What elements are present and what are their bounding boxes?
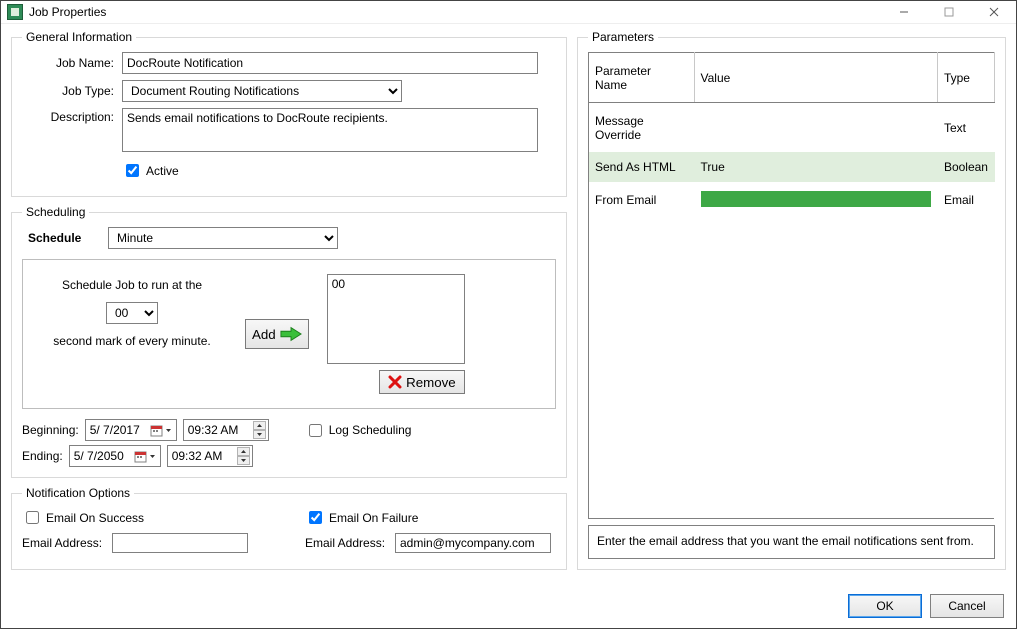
list-item[interactable]: 00 [332,277,460,291]
email-on-failure-label[interactable]: Email On Failure [305,508,418,527]
table-row[interactable]: Message Override Text [589,103,995,152]
cell: Boolean [937,152,994,182]
description-label: Description: [22,108,122,124]
failure-email-label: Email Address: [305,536,395,550]
notification-legend: Notification Options [22,486,134,500]
window-title: Job Properties [29,5,106,19]
job-type-select[interactable]: Document Routing Notifications [122,80,402,102]
parameters-group: Parameters Parameter Name Value Type Mes… [577,30,1006,570]
dialog-footer: OK Cancel [1,588,1016,628]
ending-time-value: 09:32 AM [172,449,223,463]
beginning-date-picker[interactable]: 5/ 7/2017 [85,419,177,441]
notification-options-group: Notification Options Email On Success Em… [11,486,567,570]
job-type-label: Job Type: [22,84,122,98]
parameters-table[interactable]: Parameter Name Value Type Message Overri… [588,52,995,519]
chevron-down-icon [165,427,172,434]
active-checkbox-label[interactable]: Active [122,161,179,180]
schedule-label: Schedule [22,231,108,245]
maximize-button[interactable] [926,1,971,23]
beginning-time-value: 09:32 AM [188,423,239,437]
minimize-button[interactable] [881,1,926,23]
ok-button[interactable]: OK [848,594,922,618]
log-scheduling-text: Log Scheduling [329,423,412,437]
cell[interactable] [694,103,937,152]
arrow-right-icon [280,326,302,342]
log-scheduling-checkbox[interactable] [309,424,322,437]
second-select[interactable]: 00 [106,302,158,324]
failure-email-input[interactable] [395,533,551,553]
job-name-input[interactable] [122,52,538,74]
ending-date-picker[interactable]: 5/ 7/2050 [69,445,161,467]
x-icon [388,375,402,389]
table-row[interactable]: Send As HTML True Boolean [589,152,995,182]
active-checkbox[interactable] [126,164,139,177]
success-email-input[interactable] [112,533,248,553]
titlebar: Job Properties [1,1,1016,24]
log-scheduling-label[interactable]: Log Scheduling [305,421,412,440]
success-email-label: Email Address: [22,536,112,550]
col-value[interactable]: Value [694,53,937,103]
email-on-success-text: Email On Success [46,511,144,525]
parameters-legend: Parameters [588,30,658,44]
window-controls [881,1,1016,23]
app-icon [7,4,23,20]
general-legend: General Information [22,30,136,44]
cell[interactable]: True [694,152,937,182]
email-on-failure-text: Email On Failure [329,511,418,525]
description-textarea[interactable]: Sends email notifications to DocRoute re… [122,108,538,152]
cell[interactable] [694,182,937,219]
scheduling-group: Scheduling Schedule Minute Schedule Job … [11,205,567,478]
beginning-date-value: 5/ 7/2017 [90,423,140,437]
schedule-run-text2: second mark of every minute. [37,334,227,348]
schedule-select[interactable]: Minute [108,227,338,249]
email-on-failure-checkbox[interactable] [309,511,322,524]
remove-label: Remove [406,375,456,390]
general-information-group: General Information Job Name: Job Type: … [11,30,567,197]
active-text: Active [146,164,179,178]
table-header-row: Parameter Name Value Type [589,53,995,103]
cell: Text [937,103,994,152]
cell: From Email [589,182,695,219]
email-on-success-checkbox[interactable] [26,511,39,524]
remove-button[interactable]: Remove [379,370,465,394]
schedule-details-box: Schedule Job to run at the 00 second mar… [22,259,556,409]
cell: Email [937,182,994,219]
close-button[interactable] [971,1,1016,23]
ending-date-value: 5/ 7/2050 [74,449,124,463]
schedule-listbox[interactable]: 00 [327,274,465,364]
ending-label: Ending: [22,449,63,463]
beginning-time-picker[interactable]: 09:32 AM [183,419,269,441]
ending-time-picker[interactable]: 09:32 AM [167,445,253,467]
spin-up-icon[interactable] [237,447,250,456]
beginning-label: Beginning: [22,423,79,437]
cancel-button[interactable]: Cancel [930,594,1004,618]
cell: Send As HTML [589,152,695,182]
chevron-down-icon [149,453,156,460]
job-properties-window: Job Properties General Information Job N… [0,0,1017,629]
col-type[interactable]: Type [937,53,994,103]
parameter-hint: Enter the email address that you want th… [588,525,995,559]
add-label: Add [252,327,276,342]
scheduling-legend: Scheduling [22,205,89,219]
cell: Message Override [589,103,695,152]
email-on-success-label[interactable]: Email On Success [22,508,144,527]
col-name[interactable]: Parameter Name [589,53,695,103]
add-button[interactable]: Add [245,319,309,349]
table-row[interactable]: From Email Email [589,182,995,219]
calendar-icon [134,450,147,463]
spin-down-icon[interactable] [237,456,250,465]
spin-down-icon[interactable] [253,430,266,439]
spin-up-icon[interactable] [253,421,266,430]
schedule-run-text1: Schedule Job to run at the [37,278,227,292]
calendar-icon [150,424,163,437]
job-name-label: Job Name: [22,56,122,70]
